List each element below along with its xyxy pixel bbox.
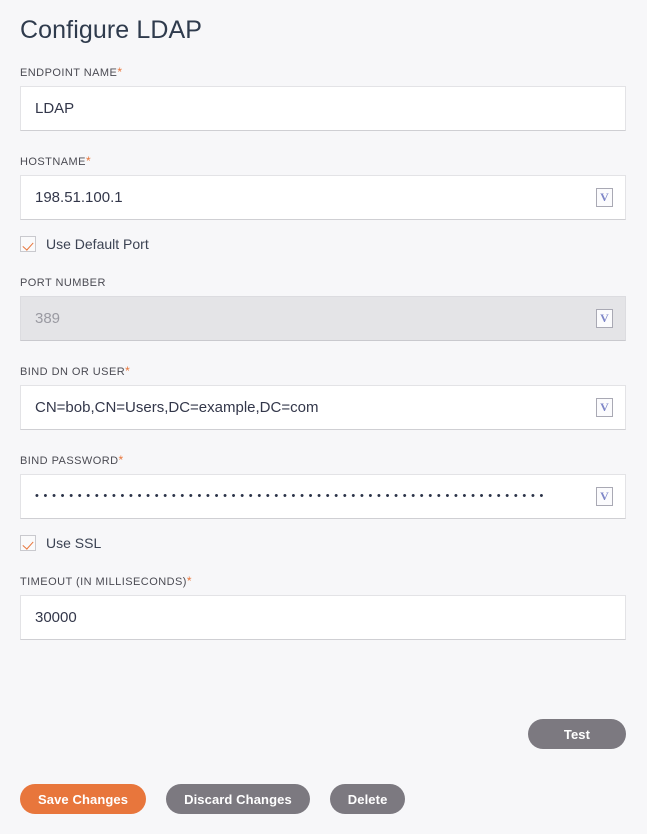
label-endpoint-name: ENDPOINT NAME* — [20, 65, 123, 79]
variable-icon[interactable]: V — [596, 398, 613, 417]
use-default-port-label: Use Default Port — [46, 236, 149, 252]
page-title: Configure LDAP — [20, 16, 203, 44]
field-hostname: HOSTNAME* 198.51.100.1 V — [20, 155, 626, 220]
test-button[interactable]: Test — [528, 719, 626, 749]
checkbox-checked-icon[interactable] — [20, 535, 36, 551]
use-ssl-label: Use SSL — [46, 535, 102, 551]
field-endpoint-name: ENDPOINT NAME* LDAP — [20, 66, 626, 131]
discard-changes-button[interactable]: Discard Changes — [166, 784, 310, 814]
field-bind-dn-or-user: BIND DN OR USER* CN=bob,CN=Users,DC=exam… — [20, 365, 626, 430]
ldap-configuration-form: ENDPOINT NAME* LDAP HOSTNAME* 198.51.100… — [20, 66, 626, 640]
label-bind-password: BIND PASSWORD* — [20, 453, 124, 467]
checkbox-checked-icon[interactable] — [20, 236, 36, 252]
port-number-input: 389 V — [20, 296, 626, 341]
port-number-value: 389 — [35, 310, 61, 327]
form-action-buttons: Save Changes Discard Changes Delete — [20, 784, 406, 814]
configure-ldap-page: Configure LDAP ENDPOINT NAME* LDAP HOSTN… — [0, 0, 647, 834]
variable-icon[interactable]: V — [596, 188, 613, 207]
label-port-number: PORT NUMBER — [20, 277, 106, 289]
bind-dn-or-user-input[interactable]: CN=bob,CN=Users,DC=example,DC=com V — [20, 385, 626, 430]
label-bind-dn-or-user: BIND DN OR USER* — [20, 364, 131, 378]
variable-icon[interactable]: V — [596, 487, 613, 506]
bind-dn-or-user-value[interactable]: CN=bob,CN=Users,DC=example,DC=com — [21, 386, 596, 429]
required-asterisk: * — [118, 453, 124, 467]
test-button-row: Test — [20, 719, 626, 749]
use-ssl-row[interactable]: Use SSL — [20, 533, 626, 553]
field-timeout: TIMEOUT (IN MILLISECONDS)* 30000 — [20, 575, 626, 640]
required-asterisk: * — [85, 154, 92, 168]
timeout-input[interactable]: 30000 — [20, 595, 626, 640]
label-timeout: TIMEOUT (IN MILLISECONDS)* — [20, 574, 193, 588]
endpoint-name-input[interactable]: LDAP — [20, 86, 626, 131]
timeout-value[interactable]: 30000 — [21, 596, 625, 639]
variable-icon: V — [596, 309, 613, 328]
bind-password-input[interactable]: ••••••••••••••••••••••••••••••••••••••••… — [20, 474, 626, 519]
field-port-number: PORT NUMBER 389 V — [20, 276, 626, 341]
field-bind-password: BIND PASSWORD* •••••••••••••••••••••••••… — [20, 454, 626, 519]
delete-button[interactable]: Delete — [329, 784, 406, 814]
required-asterisk: * — [186, 574, 193, 588]
hostname-value[interactable]: 198.51.100.1 — [21, 176, 596, 219]
bind-password-value[interactable]: ••••••••••••••••••••••••••••••••••••••••… — [21, 475, 596, 518]
endpoint-name-value[interactable]: LDAP — [21, 87, 625, 130]
required-asterisk: * — [125, 364, 131, 378]
hostname-input[interactable]: 198.51.100.1 V — [20, 175, 626, 220]
required-asterisk: * — [117, 65, 123, 79]
label-hostname: HOSTNAME* — [20, 154, 92, 168]
use-default-port-row[interactable]: Use Default Port — [20, 234, 626, 254]
save-changes-button[interactable]: Save Changes — [20, 784, 147, 814]
